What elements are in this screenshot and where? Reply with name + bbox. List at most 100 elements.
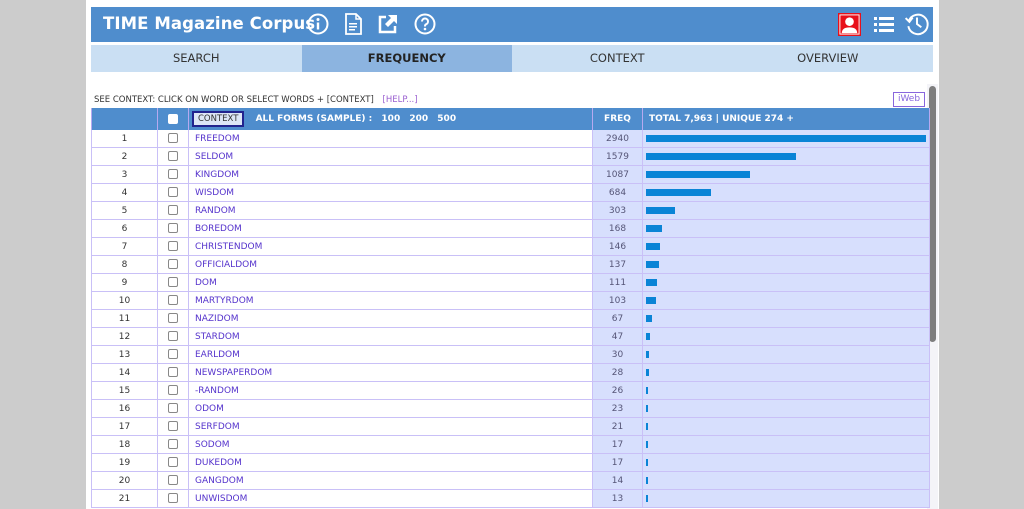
row-checkbox[interactable] [168, 169, 178, 180]
word-link[interactable]: STARDOM [188, 327, 593, 346]
row-checkbox[interactable] [168, 313, 178, 324]
table-row: 15 -RANDOM 26 [91, 381, 930, 400]
sample-100-link[interactable]: 100 [381, 114, 400, 124]
table-row: 1 FREEDOM 2940 [91, 130, 930, 148]
rank-cell: 7 [91, 237, 158, 256]
row-checkbox[interactable] [168, 457, 178, 468]
freq-bar [646, 405, 648, 412]
word-link[interactable]: UNWISDOM [188, 489, 593, 508]
freq-bar [646, 153, 796, 160]
word-link[interactable]: SERFDOM [188, 417, 593, 436]
freq-bar [646, 171, 750, 178]
user-icon[interactable] [838, 13, 861, 36]
word-link[interactable]: FREEDOM [188, 130, 593, 148]
select-cell [157, 489, 189, 508]
table-row: 18 SODOM 17 [91, 435, 930, 454]
bar-cell [642, 273, 930, 292]
row-checkbox[interactable] [168, 331, 178, 342]
word-link[interactable]: RANDOM [188, 201, 593, 220]
row-checkbox[interactable] [168, 277, 178, 288]
table-row: 16 ODOM 23 [91, 399, 930, 418]
row-checkbox[interactable] [168, 223, 178, 234]
rank-cell: 13 [91, 345, 158, 364]
word-link[interactable]: -RANDOM [188, 381, 593, 400]
row-checkbox[interactable] [168, 493, 178, 504]
row-checkbox[interactable] [168, 421, 178, 432]
word-link[interactable]: CHRISTENDOM [188, 237, 593, 256]
info-icon[interactable] [306, 12, 330, 36]
table-row: 19 DUKEDOM 17 [91, 453, 930, 472]
document-icon[interactable] [341, 12, 365, 36]
select-cell [157, 417, 189, 436]
row-checkbox[interactable] [168, 205, 178, 216]
tab-search[interactable]: SEARCH [91, 45, 302, 72]
rank-cell: 18 [91, 435, 158, 454]
total-header[interactable]: TOTAL 7,963 | UNIQUE 274 + [642, 108, 930, 130]
select-all-checkbox[interactable] [168, 113, 178, 124]
rank-cell: 5 [91, 201, 158, 220]
context-button[interactable]: CONTEXT [192, 111, 245, 127]
bar-cell [642, 345, 930, 364]
rank-cell: 21 [91, 489, 158, 508]
scrollbar-thumb[interactable] [929, 86, 936, 342]
row-checkbox[interactable] [168, 385, 178, 396]
freq-bar [646, 351, 649, 358]
tab-frequency[interactable]: FREQUENCY [301, 45, 512, 72]
word-link[interactable]: EARLDOM [188, 345, 593, 364]
bar-cell [642, 309, 930, 328]
row-checkbox[interactable] [168, 475, 178, 486]
help-icon[interactable] [413, 12, 437, 36]
select-all-cell [157, 108, 189, 130]
freq-cell: 30 [592, 345, 643, 364]
iweb-button[interactable]: iWeb [893, 92, 925, 107]
row-checkbox[interactable] [168, 349, 178, 360]
word-link[interactable]: NAZIDOM [188, 309, 593, 328]
word-link[interactable]: DUKEDOM [188, 453, 593, 472]
word-link[interactable]: KINGDOM [188, 165, 593, 184]
word-link[interactable]: GANGDOM [188, 471, 593, 490]
rank-cell: 10 [91, 291, 158, 310]
frequency-table: CONTEXT ALL FORMS (SAMPLE) : 100 200 500… [91, 108, 930, 508]
sample-200-link[interactable]: 200 [409, 114, 428, 124]
select-cell [157, 273, 189, 292]
word-link[interactable]: NEWSPAPERDOM [188, 363, 593, 382]
tab-overview[interactable]: OVERVIEW [723, 45, 934, 72]
word-link[interactable]: OFFICIALDOM [188, 255, 593, 274]
row-checkbox[interactable] [168, 133, 178, 144]
row-checkbox[interactable] [168, 295, 178, 306]
freq-cell: 103 [592, 291, 643, 310]
bar-cell [642, 237, 930, 256]
row-checkbox[interactable] [168, 403, 178, 414]
table-row: 17 SERFDOM 21 [91, 417, 930, 436]
word-link[interactable]: ODOM [188, 399, 593, 418]
rank-header [91, 108, 158, 130]
row-checkbox[interactable] [168, 241, 178, 252]
select-cell [157, 309, 189, 328]
row-checkbox[interactable] [168, 259, 178, 270]
freq-cell: 67 [592, 309, 643, 328]
row-checkbox[interactable] [168, 439, 178, 450]
row-checkbox[interactable] [168, 151, 178, 162]
freq-bar [646, 243, 660, 250]
tab-context[interactable]: CONTEXT [512, 45, 723, 72]
table-header-row: CONTEXT ALL FORMS (SAMPLE) : 100 200 500… [91, 108, 930, 130]
row-checkbox[interactable] [168, 187, 178, 198]
help-link[interactable]: [HELP...] [383, 95, 418, 105]
rank-cell: 8 [91, 255, 158, 274]
freq-header[interactable]: FREQ [592, 108, 643, 130]
word-link[interactable]: SODOM [188, 435, 593, 454]
external-link-icon[interactable] [376, 12, 400, 36]
word-link[interactable]: DOM [188, 273, 593, 292]
list-icon[interactable] [872, 12, 896, 36]
freq-bar [646, 387, 648, 394]
sample-500-link[interactable]: 500 [437, 114, 456, 124]
row-checkbox[interactable] [168, 367, 178, 378]
app-header: TIME Magazine Corpus [91, 7, 933, 42]
history-icon[interactable] [904, 11, 930, 37]
word-link[interactable]: MARTYRDOM [188, 291, 593, 310]
select-cell [157, 399, 189, 418]
word-link[interactable]: BOREDOM [188, 219, 593, 238]
word-link[interactable]: SELDOM [188, 147, 593, 166]
app-title: TIME Magazine Corpus [103, 14, 316, 33]
word-link[interactable]: WISDOM [188, 183, 593, 202]
